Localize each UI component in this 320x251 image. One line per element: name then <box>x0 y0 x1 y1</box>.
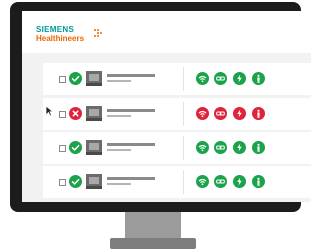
link-icon <box>214 141 227 154</box>
device-thumbnail-icon <box>86 71 102 86</box>
logo-text-healthineers: Healthineers <box>36 34 85 43</box>
wifi-icon <box>196 72 209 85</box>
device-detail-placeholder <box>107 115 131 117</box>
power-icon <box>233 141 246 154</box>
power-icon <box>233 175 246 188</box>
person-icon <box>252 72 265 85</box>
row-divider <box>183 67 184 91</box>
device-detail-placeholder <box>107 183 131 185</box>
device-thumbnail-icon <box>86 174 102 189</box>
power-icon <box>233 107 246 120</box>
link-icon <box>214 72 227 85</box>
monitor-stand-foot <box>110 238 196 249</box>
device-name-placeholder <box>107 109 155 112</box>
device-name-placeholder <box>107 177 155 180</box>
row-divider <box>183 102 184 126</box>
device-name-placeholder <box>107 74 155 77</box>
wifi-icon <box>196 175 209 188</box>
person-icon <box>252 141 265 154</box>
siemens-healthineers-logo: SIEMENS Healthineers <box>36 25 84 44</box>
row-checkbox[interactable] <box>59 179 66 186</box>
device-row[interactable] <box>43 63 311 95</box>
wifi-icon <box>196 141 209 154</box>
device-detail-placeholder <box>107 80 131 82</box>
monitor-screen: SIEMENS Healthineers <box>22 11 311 202</box>
device-name-placeholder <box>107 143 155 146</box>
row-checkbox[interactable] <box>59 76 66 83</box>
logo-text-siemens: SIEMENS <box>36 25 75 34</box>
link-icon <box>214 175 227 188</box>
wifi-icon <box>196 107 209 120</box>
status-ok-icon <box>69 141 82 154</box>
row-divider <box>183 136 184 160</box>
status-error-icon <box>69 107 82 120</box>
device-row[interactable] <box>43 132 311 164</box>
row-checkbox[interactable] <box>59 145 66 152</box>
mouse-cursor-icon <box>45 105 54 117</box>
status-ok-icon <box>69 175 82 188</box>
device-detail-placeholder <box>107 149 131 151</box>
row-checkbox[interactable] <box>59 111 66 118</box>
power-icon <box>233 72 246 85</box>
person-icon <box>252 107 265 120</box>
device-thumbnail-icon <box>86 106 102 121</box>
row-divider <box>183 170 184 194</box>
link-icon <box>214 107 227 120</box>
device-row[interactable] <box>43 98 311 130</box>
device-thumbnail-icon <box>86 140 102 155</box>
app-header: SIEMENS Healthineers <box>22 11 311 53</box>
status-ok-icon <box>69 72 82 85</box>
device-row[interactable] <box>43 166 311 198</box>
person-icon <box>252 175 265 188</box>
monitor-stand-neck <box>125 212 181 238</box>
